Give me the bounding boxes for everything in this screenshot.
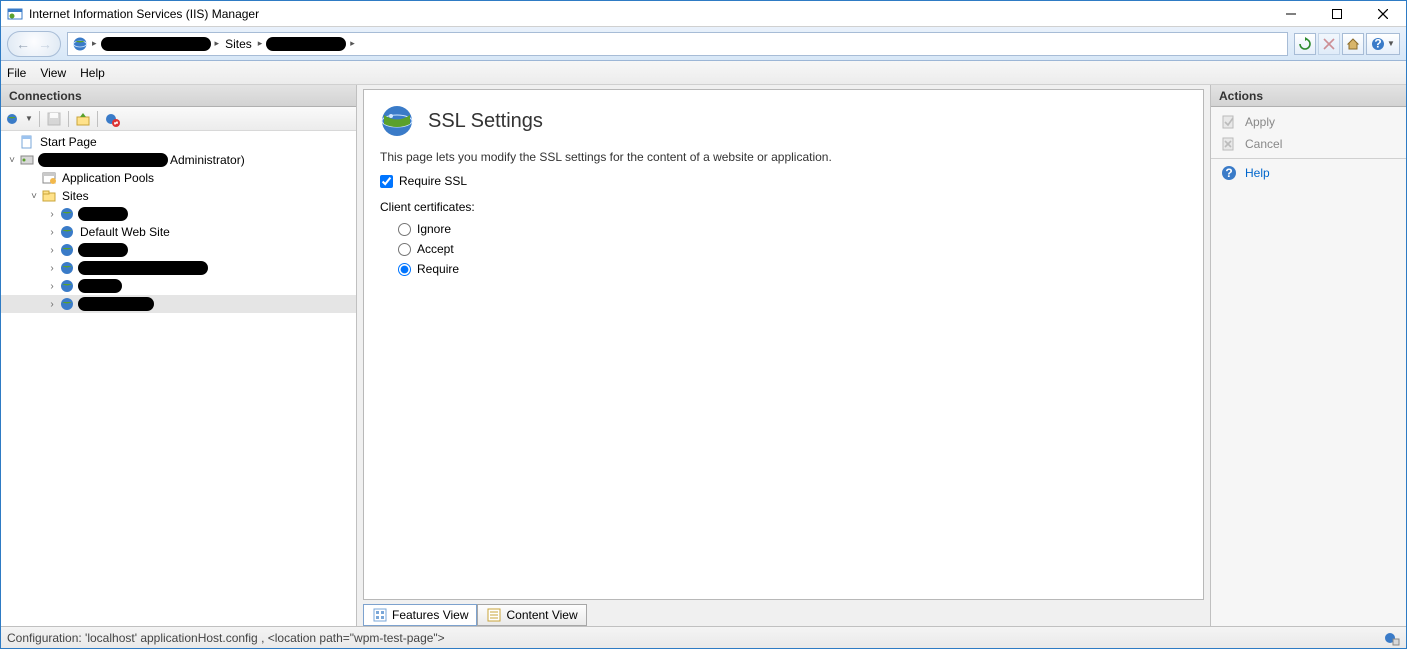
tree-default-site[interactable]: › Default Web Site [1, 223, 356, 241]
site-icon [59, 296, 75, 312]
content-view-icon [486, 607, 502, 623]
svg-text:?: ? [1225, 166, 1232, 180]
site-name-redacted [78, 297, 154, 311]
home-button[interactable] [1342, 33, 1364, 55]
breadcrumb-bar[interactable]: ▸ ▸ Sites ▸ ▸ [67, 32, 1288, 56]
client-cert-label: Client certificates: [380, 200, 1187, 214]
page-icon [19, 134, 35, 150]
tree-start-page[interactable]: Start Page [1, 133, 356, 151]
client-cert-radio-group: Ignore Accept Require [380, 222, 1187, 276]
apply-icon [1221, 114, 1237, 130]
window-title: Internet Information Services (IIS) Mana… [29, 7, 1268, 21]
site-icon [59, 224, 75, 240]
connections-header: Connections [1, 85, 356, 107]
back-button[interactable]: ← [16, 36, 30, 52]
globe-icon [72, 36, 88, 52]
server-name-redacted [38, 153, 168, 167]
ssl-globe-icon [380, 104, 414, 138]
menu-view[interactable]: View [40, 66, 66, 80]
connections-tree[interactable]: Start Page ˅ Administrator) Application … [1, 131, 356, 626]
menubar: File View Help [1, 61, 1406, 85]
site-icon [59, 206, 75, 222]
site-icon [59, 242, 75, 258]
connections-toolbar: ▼ [1, 107, 356, 131]
tree-site-redacted-1[interactable]: › [1, 205, 356, 223]
tab-content-view[interactable]: Content View [477, 604, 586, 626]
view-tabs: Features View Content View [363, 604, 1204, 626]
save-icon[interactable] [46, 111, 62, 127]
connections-panel: Connections ▼ Start Page ˅ Administrator… [1, 85, 357, 626]
maximize-button[interactable] [1314, 1, 1360, 26]
minimize-button[interactable] [1268, 1, 1314, 26]
center-panel: SSL Settings This page lets you modify t… [357, 85, 1210, 626]
action-help[interactable]: ? Help [1211, 162, 1406, 184]
site-icon [59, 260, 75, 276]
close-button[interactable] [1360, 1, 1406, 26]
features-view-icon [372, 607, 388, 623]
require-ssl-label: Require SSL [399, 174, 467, 188]
radio-ignore[interactable] [398, 223, 411, 236]
connect-icon[interactable] [5, 111, 21, 127]
tab-features-view[interactable]: Features View [363, 604, 477, 626]
breadcrumb-sites[interactable]: Sites [223, 37, 254, 51]
radio-require[interactable] [398, 263, 411, 276]
refresh-button[interactable] [1294, 33, 1316, 55]
status-mode-icon[interactable] [1384, 630, 1400, 646]
actions-panel: Actions Apply Cancel ? Help [1210, 85, 1406, 626]
site-name-redacted [78, 279, 122, 293]
tree-site-redacted-3[interactable]: › [1, 259, 356, 277]
server-icon [19, 152, 35, 168]
nav-buttons: ← → [7, 31, 61, 57]
cancel-icon [1221, 136, 1237, 152]
tree-site-redacted-2[interactable]: › [1, 241, 356, 259]
chevron-right-icon: ▸ [258, 38, 263, 49]
radio-accept-row[interactable]: Accept [398, 242, 1187, 256]
stop-button[interactable] [1318, 33, 1340, 55]
breadcrumb-host-redacted [101, 37, 211, 51]
svg-text:?: ? [1374, 37, 1381, 51]
titlebar: Internet Information Services (IIS) Mana… [1, 1, 1406, 27]
action-apply: Apply [1211, 111, 1406, 133]
site-name-redacted [78, 243, 128, 257]
site-icon [59, 278, 75, 294]
breadcrumb-site-redacted [266, 37, 346, 51]
menu-file[interactable]: File [7, 66, 26, 80]
site-name-redacted [78, 207, 128, 221]
address-row: ← → ▸ ▸ Sites ▸ ▸ ?▼ [1, 27, 1406, 61]
radio-ignore-row[interactable]: Ignore [398, 222, 1187, 236]
folder-icon [41, 188, 57, 204]
delete-connection-icon[interactable] [104, 111, 120, 127]
tree-sites-node[interactable]: ˅ Sites [1, 187, 356, 205]
app-icon [7, 6, 23, 22]
radio-require-row[interactable]: Require [398, 262, 1187, 276]
tree-app-pools[interactable]: Application Pools [1, 169, 356, 187]
tree-site-selected[interactable]: › [1, 295, 356, 313]
dropdown-icon[interactable]: ▼ [25, 114, 33, 123]
help-icon: ? [1221, 165, 1237, 181]
action-cancel: Cancel [1211, 133, 1406, 155]
site-name-redacted [78, 261, 208, 275]
menu-help[interactable]: Help [80, 66, 105, 80]
main-area: Connections ▼ Start Page ˅ Administrator… [1, 85, 1406, 626]
forward-button[interactable]: → [38, 36, 52, 52]
status-bar: Configuration: 'localhost' applicationHo… [1, 626, 1406, 648]
tree-site-redacted-4[interactable]: › [1, 277, 356, 295]
actions-header: Actions [1211, 85, 1406, 107]
chevron-right-icon: ▸ [350, 38, 355, 49]
page-title: SSL Settings [428, 110, 543, 133]
require-ssl-checkbox-row[interactable]: Require SSL [380, 174, 1187, 188]
status-text: Configuration: 'localhost' applicationHo… [7, 631, 445, 645]
chevron-right-icon: ▸ [92, 38, 97, 49]
tree-server-node[interactable]: ˅ Administrator) [1, 151, 356, 169]
up-icon[interactable] [75, 111, 91, 127]
address-toolbar: ?▼ [1294, 33, 1400, 55]
feature-content: SSL Settings This page lets you modify t… [363, 89, 1204, 600]
chevron-right-icon: ▸ [215, 38, 220, 49]
radio-accept[interactable] [398, 243, 411, 256]
require-ssl-checkbox[interactable] [380, 175, 393, 188]
page-description: This page lets you modify the SSL settin… [380, 150, 1187, 164]
app-pools-icon [41, 170, 57, 186]
help-dropdown-button[interactable]: ?▼ [1366, 33, 1400, 55]
